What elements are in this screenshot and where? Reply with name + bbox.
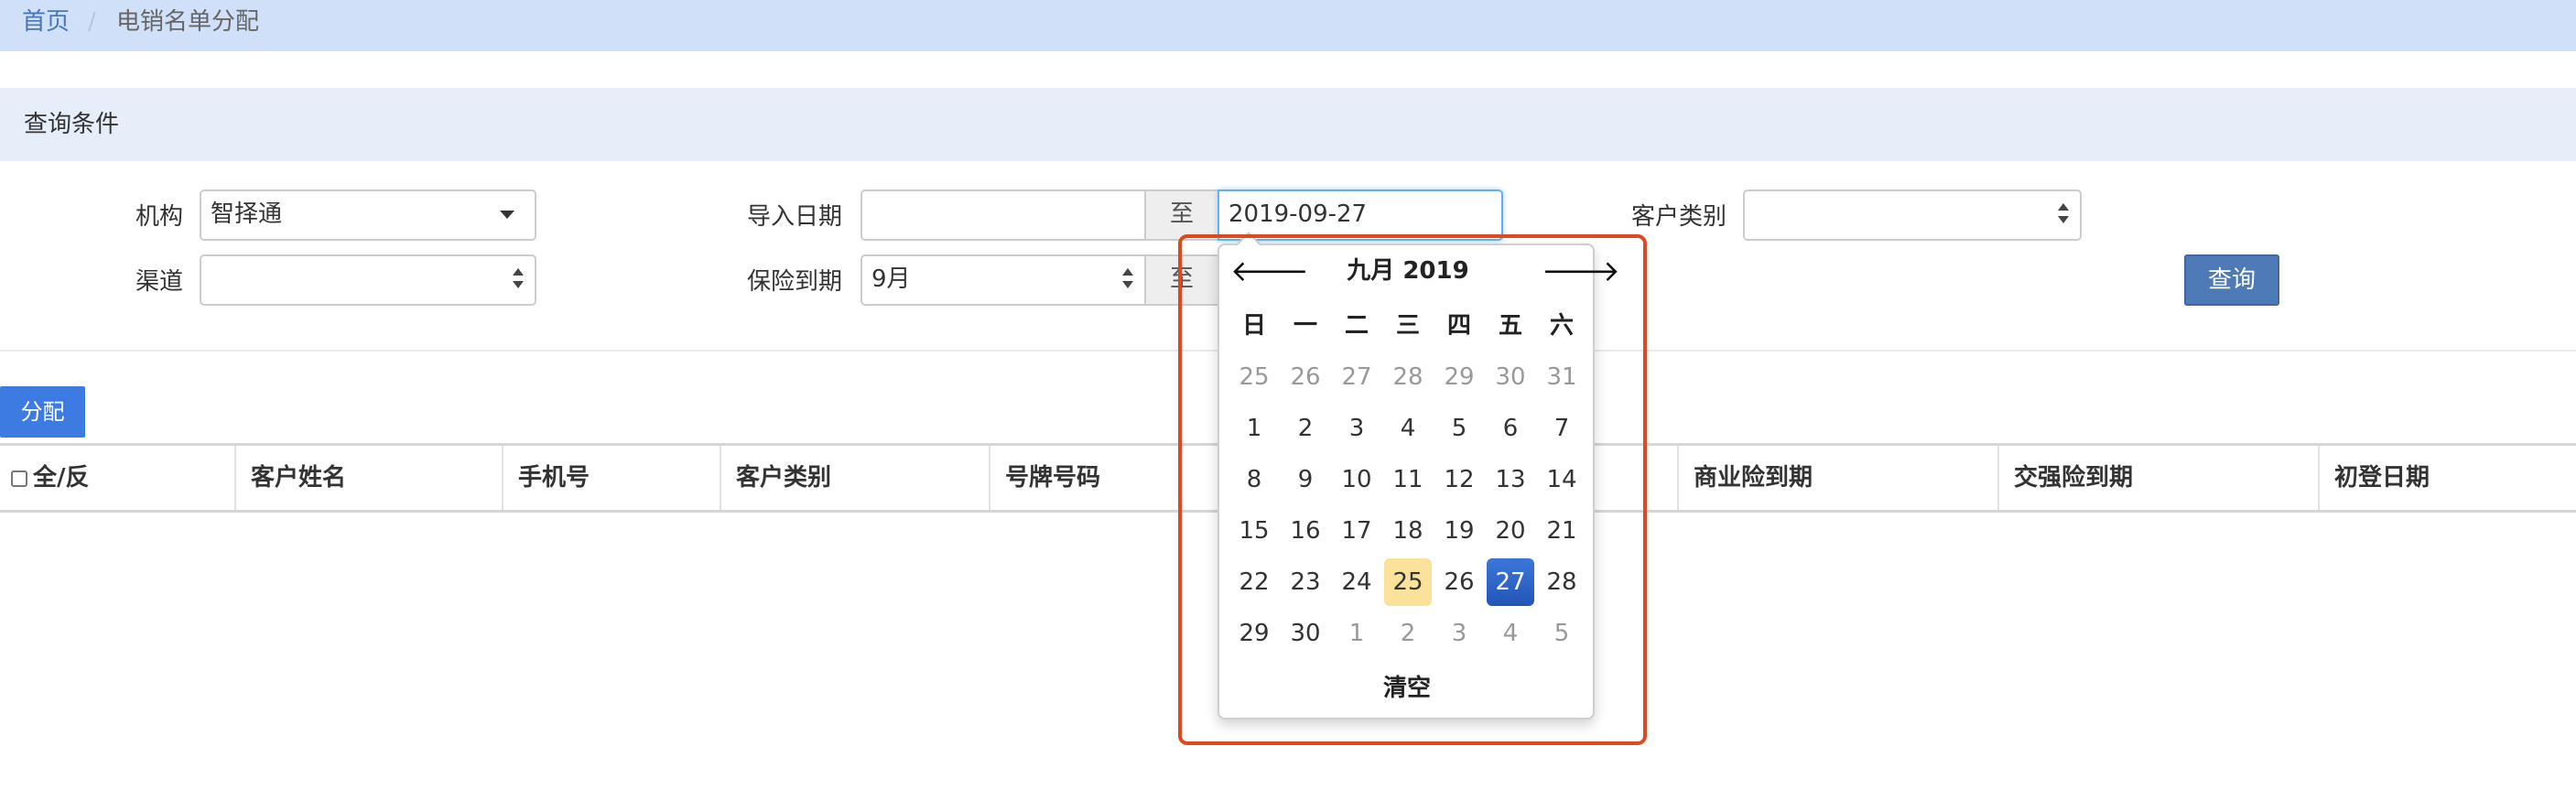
insurance-expiry-select[interactable]: 9月: [860, 254, 1146, 306]
select-updown-icon: [513, 268, 524, 290]
breadcrumb-current: 电销名单分配: [116, 8, 260, 36]
query-panel-title: 查询条件: [24, 111, 120, 138]
breadcrumb-home-link[interactable]: 首页: [22, 4, 70, 40]
import-date-label: 导入日期: [746, 203, 842, 231]
query-panel-header: [0, 88, 2576, 161]
chevron-down-icon: [500, 211, 514, 219]
org-select-value: 智择通: [211, 200, 283, 228]
column-phone: 手机号: [503, 446, 721, 510]
column-compulsory-expiry: 交强险到期: [1999, 446, 2320, 510]
select-updown-icon: [1122, 268, 1133, 290]
column-customer-name: 客户姓名: [236, 446, 503, 510]
highlight-annotation: [1178, 234, 1647, 745]
insurance-expiry-value: 9月: [871, 265, 911, 293]
org-select[interactable]: 智择通: [200, 189, 536, 241]
customer-type-select[interactable]: [1743, 189, 2082, 241]
insurance-expiry-label: 保险到期: [746, 268, 842, 296]
org-label: 机构: [135, 203, 183, 231]
column-select-all[interactable]: 全/反: [0, 446, 236, 510]
import-date-from-input[interactable]: [860, 189, 1146, 241]
select-all-checkbox[interactable]: [11, 470, 27, 487]
select-updown-icon: [2058, 203, 2069, 225]
column-commercial-expiry: 商业险到期: [1679, 446, 1999, 510]
channel-label: 渠道: [135, 268, 183, 296]
column-customer-type: 客户类别: [721, 446, 990, 510]
assign-button[interactable]: 分配: [0, 386, 85, 438]
column-first-registration: 初登日期: [2334, 464, 2430, 492]
breadcrumb-separator: /: [88, 8, 96, 36]
breadcrumb: [0, 0, 2576, 51]
column-header-label: 全/反: [33, 464, 90, 492]
channel-select[interactable]: [200, 254, 536, 306]
import-date-to-value: 2019-09-27: [1228, 200, 1368, 228]
query-button[interactable]: 查询: [2184, 254, 2279, 306]
import-date-to-addon: 至: [1144, 189, 1219, 241]
